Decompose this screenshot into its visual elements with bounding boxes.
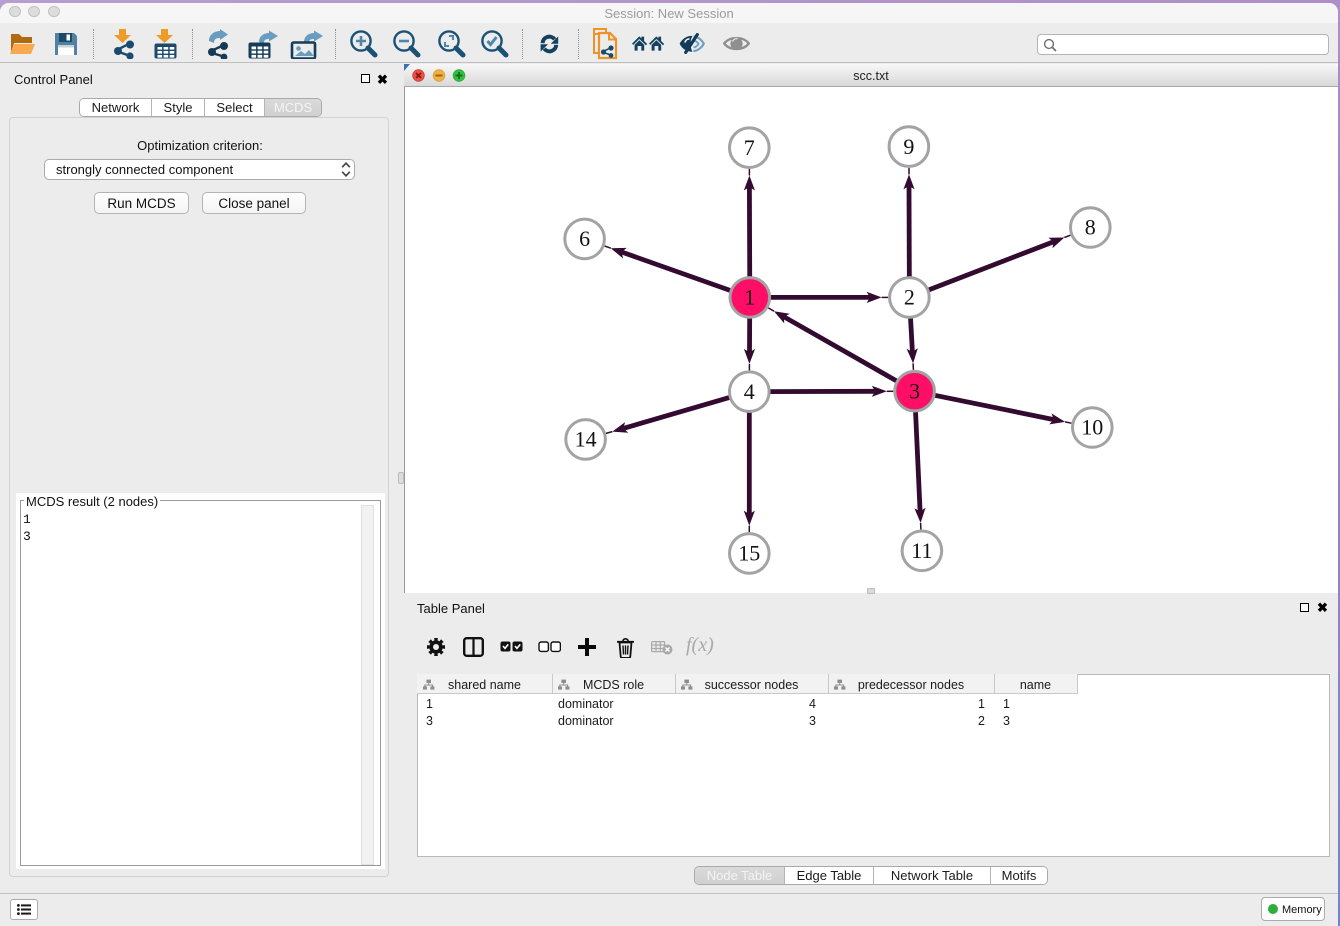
svg-text:1: 1 [744, 285, 755, 310]
svg-text:9: 9 [903, 134, 914, 159]
svg-text:7: 7 [744, 135, 755, 160]
svg-text:14: 14 [575, 427, 597, 452]
svg-text:11: 11 [911, 538, 932, 563]
svg-text:6: 6 [579, 226, 590, 251]
svg-text:10: 10 [1081, 415, 1103, 440]
svg-text:8: 8 [1085, 215, 1096, 240]
svg-text:15: 15 [738, 541, 760, 566]
svg-text:2: 2 [904, 285, 915, 310]
svg-text:3: 3 [909, 378, 920, 403]
svg-text:4: 4 [744, 379, 755, 404]
